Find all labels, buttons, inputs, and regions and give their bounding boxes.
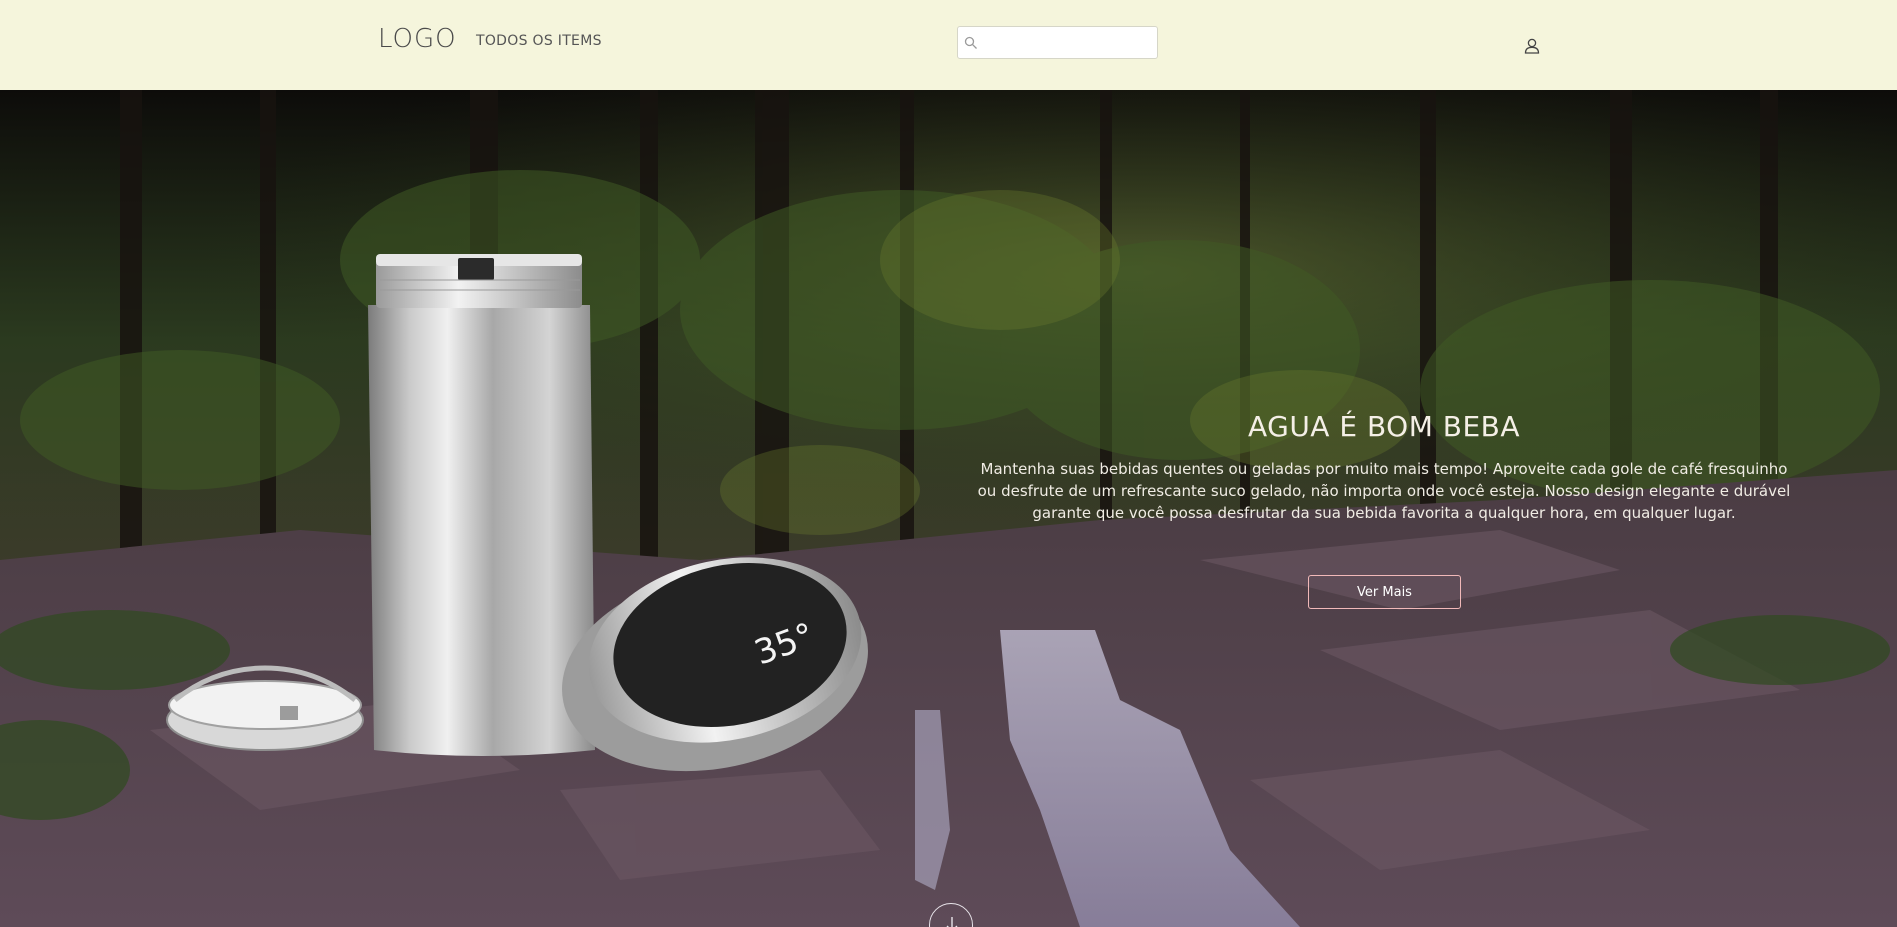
hero-banner: 35° AGUA É BOM BEBA Mantenha suas bebida… [0,90,1897,927]
scroll-down-icon [946,917,958,927]
site-header: LOGO TODOS OS ITEMS [0,0,1897,90]
thermos-product-image: 35° [166,254,868,772]
search-box [957,26,1158,59]
search-input[interactable] [980,29,1155,56]
hero-description: Mantenha suas bebidas quentes ou geladas… [977,460,1791,522]
user-icon[interactable] [1522,36,1542,56]
hero-title: AGUA É BOM BEBA [1247,410,1521,443]
logo[interactable]: LOGO [378,24,457,54]
ver-mais-button[interactable]: Ver Mais [1308,575,1461,609]
search-icon [964,36,977,49]
nav-link-all-items[interactable]: TODOS OS ITEMS [476,33,602,49]
